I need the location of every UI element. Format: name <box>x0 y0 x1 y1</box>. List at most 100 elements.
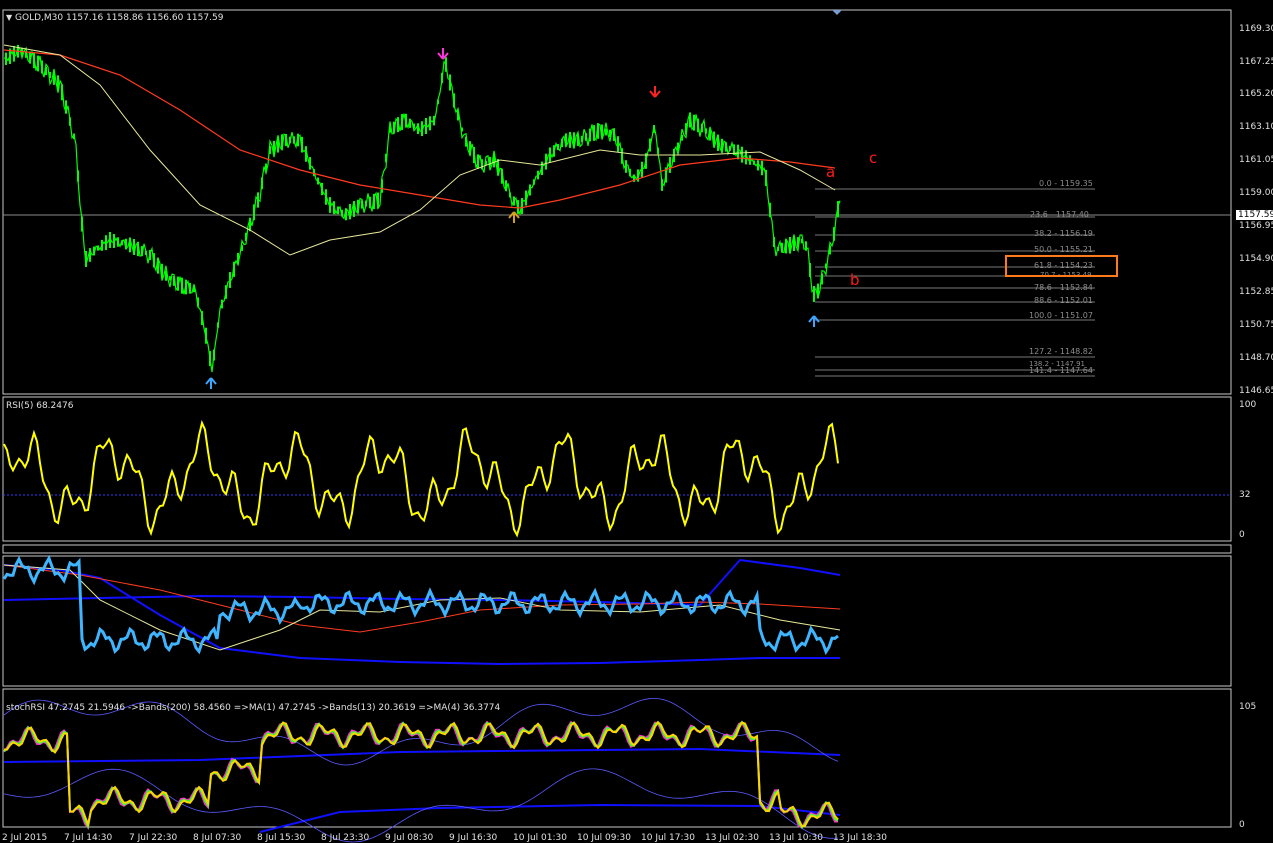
candle-body <box>673 148 675 163</box>
candle-body <box>781 242 783 253</box>
candle-body <box>349 203 351 220</box>
candle-body <box>453 93 455 108</box>
candle-body <box>413 123 415 129</box>
candle-body <box>221 299 223 309</box>
candle-body <box>357 199 359 213</box>
candle-body <box>41 60 43 74</box>
fib-level-label: 0.0 - 1159.35 <box>1039 179 1093 188</box>
candle-body <box>605 128 607 136</box>
candle-body <box>501 168 503 184</box>
candle-body <box>597 123 599 139</box>
candle-body <box>125 238 127 250</box>
price-tick: 1146.65 <box>1239 386 1273 396</box>
candle-body <box>437 99 439 105</box>
candle-body <box>753 160 755 165</box>
candle-body <box>333 201 335 215</box>
ma-panel-yellow-line <box>3 564 841 651</box>
candle-body <box>681 134 683 141</box>
ma-panel-frame <box>2 555 1232 687</box>
candle-body <box>569 132 571 148</box>
candle-body <box>441 72 443 84</box>
candle-body <box>545 153 547 170</box>
candle-body <box>473 147 475 163</box>
time-tick: 8 Jul 23:30 <box>321 833 370 843</box>
candle-body <box>417 123 419 135</box>
candle-body <box>705 128 707 134</box>
candle-body <box>741 146 743 163</box>
price-candles <box>3 44 841 373</box>
candle-body <box>285 133 287 147</box>
price-tick: 1152.85 <box>1239 287 1273 297</box>
candle-body <box>693 114 695 131</box>
candle-body <box>521 198 523 214</box>
candle-body <box>701 123 703 133</box>
candle-body <box>257 192 259 208</box>
candle-body <box>293 136 295 144</box>
upper-band <box>3 558 841 607</box>
candle-body <box>233 261 235 277</box>
candle-body <box>541 161 543 176</box>
candle-body <box>109 232 111 248</box>
candle-body <box>105 235 107 251</box>
rsi-tick: 32 <box>1239 490 1251 500</box>
candle-body <box>809 263 811 277</box>
candle-body <box>13 45 15 62</box>
fib-level-label: 78.6 - 1152.84 <box>1034 283 1093 292</box>
candle-body <box>69 117 71 126</box>
slow-moving-average <box>3 44 836 256</box>
candle-body <box>389 127 391 133</box>
rsi-header: RSI(5) 68.2476 <box>6 401 74 411</box>
candle-body <box>309 157 311 170</box>
main-chart-header: ▼ GOLD,M30 1157.16 1158.86 1156.60 1157.… <box>6 13 223 23</box>
candle-body <box>301 136 303 153</box>
candle-body <box>617 136 619 152</box>
candle-body <box>573 132 575 148</box>
dropdown-triangle-icon[interactable]: ▼ <box>6 13 12 22</box>
candle-body <box>457 110 459 121</box>
arrow-up-icon <box>205 377 217 389</box>
empty-panel-frame <box>2 544 1232 554</box>
candle-body <box>685 123 687 135</box>
candle-body <box>97 245 99 251</box>
candle-body <box>445 57 447 72</box>
candle-body <box>189 283 191 294</box>
time-tick: 7 Jul 22:30 <box>129 833 178 843</box>
candle-body <box>469 141 471 156</box>
stoch-band-lower <box>259 803 841 833</box>
candle-body <box>409 118 411 128</box>
candle-body <box>505 180 507 192</box>
candle-body <box>353 201 355 217</box>
candle-body <box>317 177 319 185</box>
candle-body <box>669 157 671 173</box>
candle-body <box>749 155 751 165</box>
candle-body <box>77 170 79 182</box>
time-tick: 8 Jul 07:30 <box>193 833 242 843</box>
chart-shift-marker-icon <box>832 10 842 15</box>
candle-body <box>261 177 263 190</box>
candle-body <box>625 160 627 173</box>
candle-body <box>709 129 711 141</box>
candle-body <box>565 133 567 147</box>
candle-body <box>113 234 115 248</box>
candle-body <box>373 193 375 210</box>
chart-window[interactable]: ▼ GOLD,M30 1157.16 1158.86 1156.60 1157.… <box>0 0 1273 843</box>
price-tick: 1154.90 <box>1239 254 1273 264</box>
candle-body <box>57 75 59 91</box>
candle-body <box>61 84 63 101</box>
candle-body <box>365 200 367 207</box>
candle-body <box>201 311 203 325</box>
candle-body <box>773 236 775 248</box>
candle-body <box>289 136 291 144</box>
candle-body <box>361 200 363 209</box>
price-tick: 1148.70 <box>1239 353 1273 363</box>
chart-canvas[interactable] <box>0 0 1273 843</box>
candle-body <box>757 160 759 171</box>
candle-body <box>85 251 87 267</box>
stoch-rsi-header: stochRSI 47.2745 21.5946 ->Bands(200) 58… <box>6 703 501 713</box>
rsi-tick: 0 <box>1239 530 1245 540</box>
candle-body <box>829 245 831 255</box>
candle-body <box>229 272 231 288</box>
candle-body <box>161 263 163 279</box>
candle-body <box>129 237 131 253</box>
candle-body <box>593 125 595 141</box>
